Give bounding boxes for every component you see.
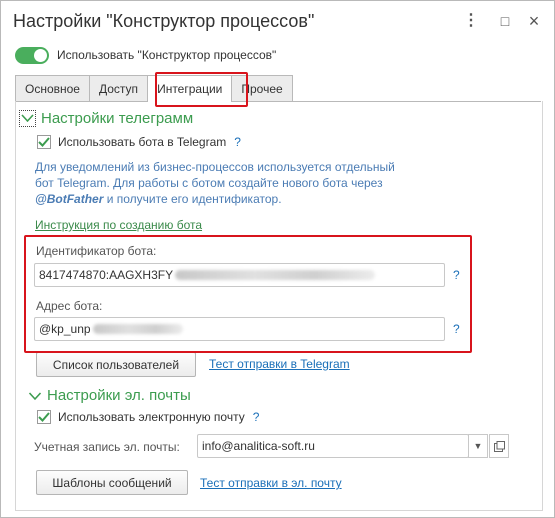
dropdown-arrow-icon[interactable]: ▼ bbox=[468, 434, 488, 458]
more-icon[interactable]: ⋮ bbox=[463, 12, 479, 30]
use-constructor-label: Использовать "Конструктор процессов" bbox=[57, 48, 277, 62]
redacted-bot-address bbox=[92, 324, 183, 334]
settings-window: Настройки "Конструктор процессов" ⋮ □ × … bbox=[0, 0, 555, 518]
telegram-info-text: Для уведомлений из бизнес-процессов испо… bbox=[35, 159, 455, 207]
bot-id-value: 8417474870:AAGXH3FY bbox=[39, 268, 174, 282]
use-email-checkbox[interactable] bbox=[37, 410, 51, 424]
bot-address-field[interactable]: @kp_unp bbox=[34, 317, 445, 341]
tab-integrations[interactable]: Интеграции bbox=[147, 75, 233, 102]
tab-main[interactable]: Основное bbox=[15, 75, 90, 101]
email-section-header[interactable]: Настройки эл. почты bbox=[28, 387, 191, 404]
redacted-bot-id bbox=[175, 270, 376, 280]
use-email-label: Использовать электронную почту bbox=[58, 410, 245, 424]
telegram-section-header[interactable]: Настройки телеграмм bbox=[19, 110, 194, 127]
bot-address-help-icon[interactable]: ? bbox=[453, 322, 460, 336]
window-title: Настройки "Конструктор процессов" bbox=[13, 11, 315, 31]
email-account-label: Учетная запись эл. почты: bbox=[34, 440, 180, 454]
botfather-mention: @BotFather bbox=[35, 192, 104, 206]
maximize-icon[interactable]: □ bbox=[497, 12, 513, 30]
bot-id-help-icon[interactable]: ? bbox=[453, 268, 460, 282]
use-email-row: Использовать электронную почту ? bbox=[37, 410, 259, 424]
bot-id-field[interactable]: 8417474870:AAGXH3FY bbox=[34, 263, 445, 287]
close-icon[interactable]: × bbox=[526, 12, 542, 30]
help-icon[interactable]: ? bbox=[234, 135, 241, 149]
email-account-value: info@analitica-soft.ru bbox=[202, 439, 315, 453]
toggle-knob bbox=[34, 48, 47, 62]
use-telegram-bot-checkbox[interactable] bbox=[37, 135, 51, 149]
telegram-section-title: Настройки телеграмм bbox=[41, 110, 194, 127]
info-line-2: бот Telegram. Для работы с ботом создайт… bbox=[35, 176, 383, 190]
bot-id-label: Идентификатор бота: bbox=[36, 244, 157, 258]
telegram-test-link[interactable]: Тест отправки в Telegram bbox=[209, 357, 350, 371]
help-icon[interactable]: ? bbox=[253, 410, 260, 424]
users-list-button[interactable]: Список пользователей bbox=[36, 352, 196, 377]
email-test-link[interactable]: Тест отправки в эл. почту bbox=[200, 476, 342, 490]
info-line-3-rest: и получите его идентификатор. bbox=[103, 192, 282, 206]
info-line-3: @BotFather и получите его идентификатор. bbox=[35, 191, 455, 207]
info-line-1: Для уведомлений из бизнес-процессов испо… bbox=[35, 160, 395, 174]
bot-address-label: Адрес бота: bbox=[36, 299, 103, 313]
chevron-down-icon bbox=[19, 110, 36, 127]
use-telegram-bot-row: Использовать бота в Telegram ? bbox=[37, 135, 241, 149]
use-constructor-toggle-row: Использовать "Конструктор процессов" bbox=[15, 46, 276, 64]
use-telegram-bot-label: Использовать бота в Telegram bbox=[58, 135, 227, 149]
bot-instruction-link[interactable]: Инструкция по созданию бота bbox=[35, 218, 202, 232]
open-icon[interactable] bbox=[489, 434, 509, 458]
email-section-title: Настройки эл. почты bbox=[47, 387, 191, 404]
use-constructor-toggle[interactable] bbox=[15, 46, 49, 64]
tab-access[interactable]: Доступ bbox=[88, 75, 149, 101]
tab-bar: Основное Доступ Интеграции Прочее bbox=[15, 75, 293, 102]
bot-address-value: @kp_unp bbox=[39, 322, 91, 336]
chevron-down-icon bbox=[28, 391, 42, 400]
tab-other[interactable]: Прочее bbox=[231, 75, 293, 101]
message-templates-button[interactable]: Шаблоны сообщений bbox=[36, 470, 188, 495]
email-account-field[interactable]: info@analitica-soft.ru bbox=[197, 434, 469, 458]
